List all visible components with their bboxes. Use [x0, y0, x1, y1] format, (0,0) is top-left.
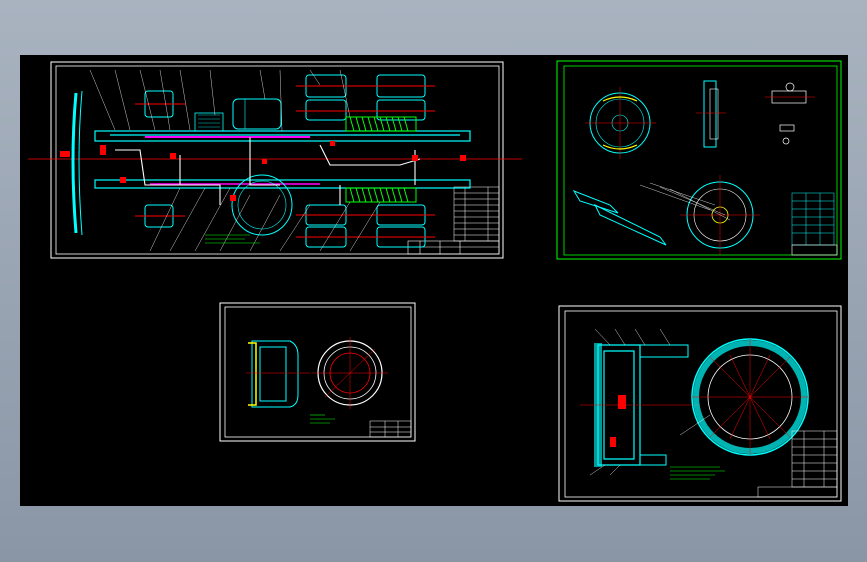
sheet-chassis-layout[interactable]	[28, 61, 522, 259]
cad-model-space[interactable]	[20, 55, 848, 506]
sheet-brake-section[interactable]	[558, 305, 842, 502]
sheet-brake-assembly-views[interactable]	[556, 60, 842, 260]
parts-list-table	[453, 186, 500, 242]
drawing-canvas[interactable]	[20, 55, 848, 506]
sheet-brake-drum[interactable]	[219, 302, 416, 442]
